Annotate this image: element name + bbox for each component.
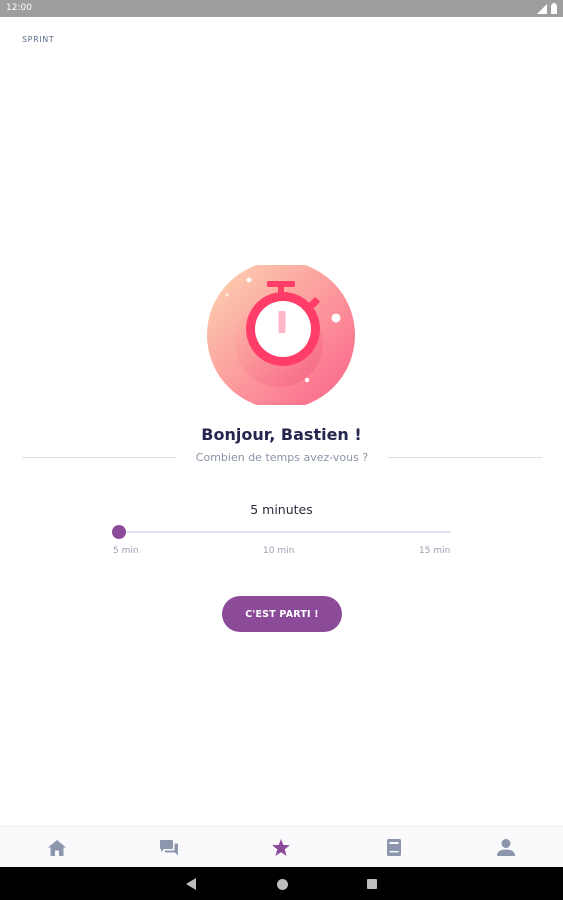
bottom-nav (0, 826, 563, 867)
book-icon (387, 839, 401, 856)
chat-icon (160, 839, 178, 855)
recents-icon (367, 879, 377, 889)
duration-slider[interactable] (112, 522, 451, 542)
system-recents-button[interactable] (363, 875, 381, 893)
slider-thumb[interactable] (112, 525, 126, 539)
greeting-heading: Bonjour, Bastien ! (201, 425, 362, 444)
profile-icon (497, 839, 515, 856)
system-back-button[interactable] (182, 875, 200, 893)
slider-tick-15: 15 min (419, 546, 451, 556)
page-title: SPRINT (22, 35, 55, 44)
signal-icon (537, 3, 547, 14)
subtitle: Combien de temps avez-vous ? (195, 451, 369, 464)
slider-track[interactable] (119, 531, 451, 533)
nav-item-chat[interactable] (149, 827, 189, 868)
nav-item-profile[interactable] (486, 827, 526, 868)
divider-left (22, 457, 176, 458)
star-icon (272, 839, 290, 856)
home-circle-icon (276, 878, 288, 890)
duration-value: 5 minutes (250, 502, 313, 517)
divider-right (388, 457, 542, 458)
nav-item-star[interactable] (261, 827, 301, 868)
hero-illustration (207, 261, 357, 409)
slider-tick-10: 10 min (263, 546, 295, 556)
start-button[interactable]: C'EST PARTI ! (222, 596, 342, 632)
nav-item-home[interactable] (37, 827, 77, 868)
system-home-button[interactable] (273, 875, 291, 893)
back-icon (186, 878, 196, 890)
status-bar: 12:00 (0, 0, 563, 17)
stopwatch-icon (207, 261, 355, 409)
nav-item-book[interactable] (374, 827, 414, 868)
status-time: 12:00 (6, 3, 32, 13)
status-icons (537, 3, 557, 14)
slider-tick-5: 5 min (113, 546, 139, 556)
system-nav-bar (0, 867, 563, 900)
home-icon (48, 839, 66, 856)
battery-icon (551, 3, 557, 14)
